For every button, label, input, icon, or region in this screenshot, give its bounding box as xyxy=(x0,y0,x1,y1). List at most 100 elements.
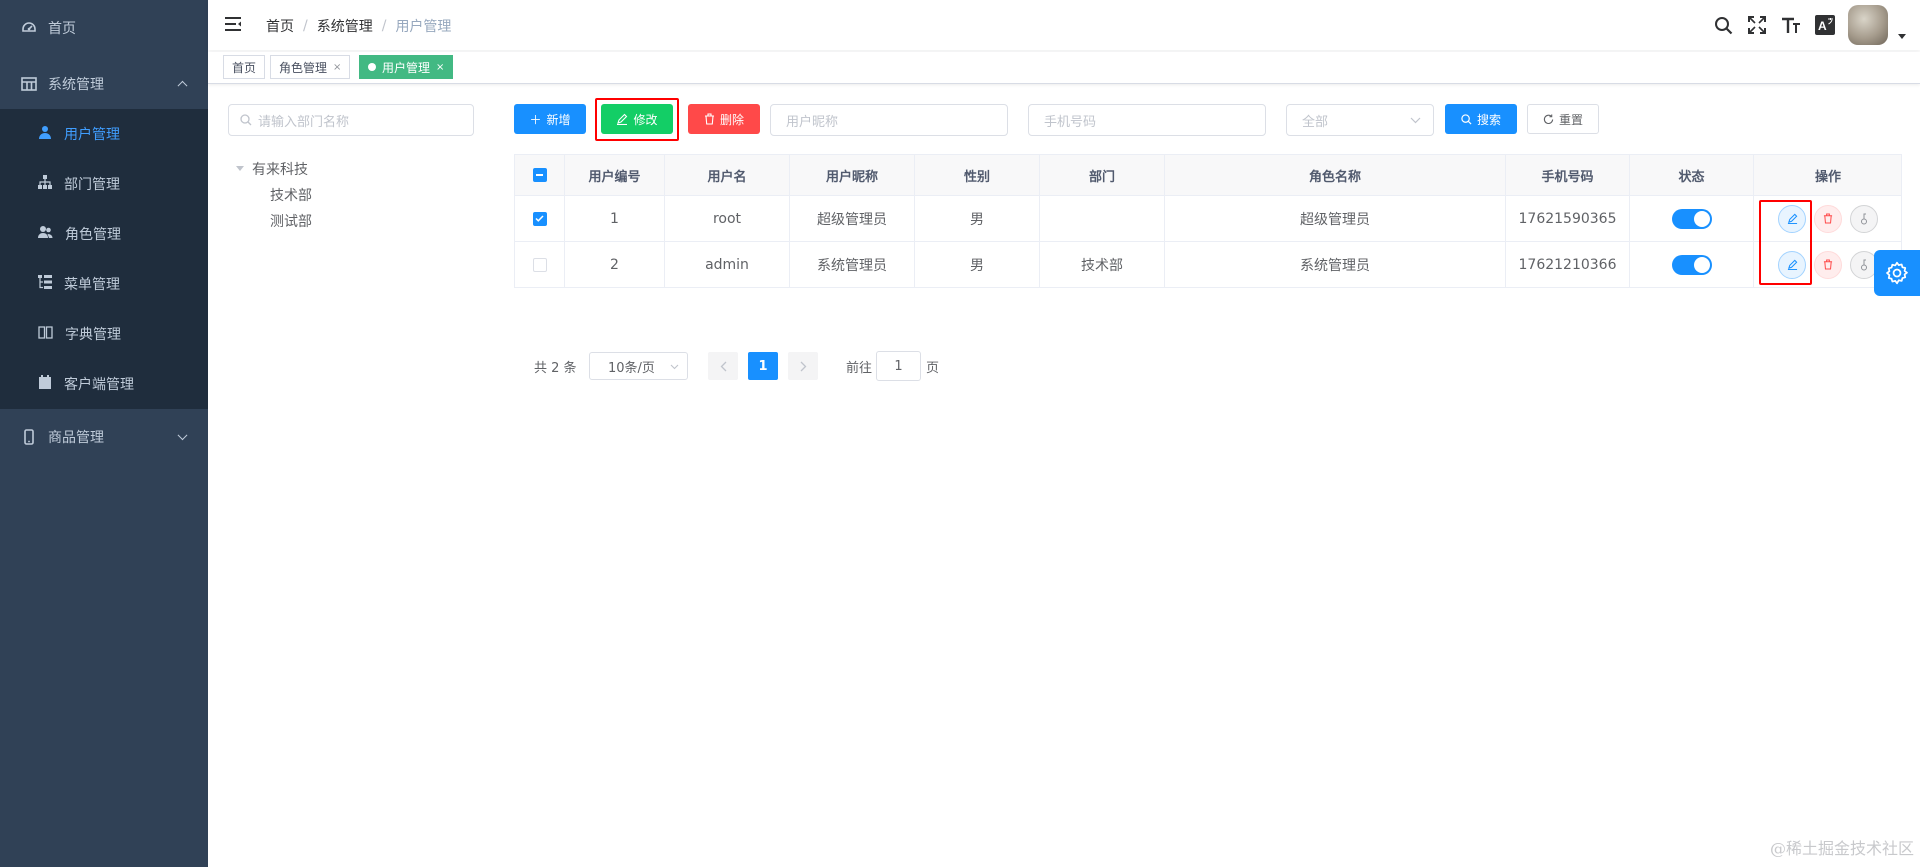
column-header: 手机号码 xyxy=(1506,155,1630,195)
hamburger-icon[interactable] xyxy=(224,16,242,32)
tag-role[interactable]: 角色管理 × xyxy=(270,55,351,79)
column-header: 用户编号 xyxy=(565,155,665,195)
edit-icon xyxy=(1787,259,1797,270)
breadcrumb-current: 用户管理 xyxy=(395,19,452,35)
sidebar-item-system[interactable]: 系统管理 xyxy=(0,59,208,109)
sidebar-item-label: 角色管理 xyxy=(65,227,121,243)
column-header: 部门 xyxy=(1040,155,1165,195)
cell-gender: 男 xyxy=(915,196,1040,241)
language-icon[interactable]: A xyxy=(1808,0,1842,50)
sidebar-item-client[interactable]: 客户端管理 xyxy=(0,359,208,409)
row-edit-button[interactable] xyxy=(1778,204,1806,233)
tree-icon xyxy=(38,175,52,193)
chevron-up-icon xyxy=(177,80,188,91)
next-page-button[interactable] xyxy=(788,352,818,380)
chevron-right-icon xyxy=(800,361,806,371)
close-icon[interactable]: × xyxy=(436,62,444,73)
breadcrumb-separator: / xyxy=(303,18,308,34)
add-button[interactable]: ＋ 新增 xyxy=(514,104,586,134)
caret-down-icon[interactable] xyxy=(1898,33,1906,39)
nickname-input[interactable]: 用户昵称 xyxy=(770,104,1008,136)
mobile-icon xyxy=(20,428,38,446)
app-root: 首页 系统管理 用户管理 部门管理 角色管理 菜单管理 字典管理 客户端管理 商… xyxy=(0,0,1920,867)
prev-page-button[interactable] xyxy=(708,352,738,380)
breadcrumb: 首页 / 系统管理 / 用户管理 xyxy=(266,16,451,36)
search-icon xyxy=(1461,113,1472,125)
row-reset-password-button[interactable] xyxy=(1850,204,1878,233)
mobile-placeholder: 手机号码 xyxy=(1044,114,1097,130)
sidebar-item-dept[interactable]: 部门管理 xyxy=(0,159,208,209)
delete-button-label: 删除 xyxy=(719,112,744,127)
tag-home[interactable]: 首页 xyxy=(223,55,266,79)
row-checkbox[interactable] xyxy=(532,211,547,226)
clipboard-icon xyxy=(38,375,52,393)
settings-button[interactable] xyxy=(1874,250,1920,296)
row-delete-button[interactable] xyxy=(1814,204,1842,233)
status-toggle[interactable] xyxy=(1671,208,1712,229)
select-all-checkbox[interactable] xyxy=(532,168,547,182)
row-select-cell xyxy=(515,242,565,287)
tree-node-tech[interactable]: 技术部 xyxy=(270,185,312,205)
search-button[interactable]: 搜索 xyxy=(1445,104,1517,134)
breadcrumb-home[interactable]: 首页 xyxy=(266,16,294,36)
sidebar-item-label: 系统管理 xyxy=(48,77,104,93)
column-header: 用户昵称 xyxy=(790,155,915,195)
breadcrumb-system[interactable]: 系统管理 xyxy=(317,16,373,36)
tree-expand-icon[interactable] xyxy=(236,166,244,171)
sidebar-item-home[interactable]: 首页 xyxy=(0,3,208,53)
dept-search-input[interactable]: 请输入部门名称 xyxy=(228,104,474,136)
search-icon[interactable] xyxy=(1706,0,1740,50)
page-number-current[interactable]: 1 xyxy=(748,352,778,380)
avatar[interactable] xyxy=(1848,5,1888,45)
font-size-icon[interactable] xyxy=(1774,0,1808,50)
row-edit-button[interactable] xyxy=(1778,250,1806,279)
row-checkbox[interactable] xyxy=(532,257,547,272)
cell-username: root xyxy=(665,196,790,241)
row-delete-button[interactable] xyxy=(1814,250,1842,279)
delete-button[interactable]: 删除 xyxy=(688,104,760,134)
reset-button[interactable]: 重置 xyxy=(1527,104,1599,134)
table-row: 1 root 超级管理员 男 超级管理员 17621590365 xyxy=(515,196,1901,242)
tag-label: 首页 xyxy=(232,60,257,75)
header-select-cell xyxy=(515,155,565,195)
cell-status xyxy=(1630,242,1754,287)
mobile-input[interactable]: 手机号码 xyxy=(1028,104,1266,136)
fullscreen-icon[interactable] xyxy=(1740,0,1774,50)
navbar-right-menu: A xyxy=(1706,0,1920,50)
sidebar-item-menu[interactable]: 菜单管理 xyxy=(0,259,208,309)
tag-user[interactable]: 用户管理 × xyxy=(359,55,454,79)
user-icon xyxy=(38,125,52,143)
search-button-label: 搜索 xyxy=(1476,112,1501,127)
cell-nickname: 超级管理员 xyxy=(790,196,915,241)
system-grid-icon xyxy=(20,75,38,93)
sidebar-item-role[interactable]: 角色管理 xyxy=(0,209,208,259)
reset-button-label: 重置 xyxy=(1558,112,1583,127)
tree-node-root[interactable]: 有来科技 xyxy=(252,159,308,179)
sidebar-item-goods[interactable]: 商品管理 xyxy=(0,412,208,462)
edit-icon xyxy=(617,113,628,125)
tag-label: 角色管理 xyxy=(279,60,328,75)
tree-table-icon xyxy=(38,275,52,293)
cell-dept: 技术部 xyxy=(1040,242,1165,287)
tree-node-test[interactable]: 测试部 xyxy=(270,211,312,231)
goto-prefix: 前往 xyxy=(846,360,873,376)
status-toggle[interactable] xyxy=(1671,254,1712,275)
page-size-select[interactable]: 10条/页 xyxy=(589,352,688,380)
trash-icon xyxy=(704,113,714,125)
chevron-left-icon xyxy=(720,361,726,371)
sidebar-item-dict[interactable]: 字典管理 xyxy=(0,309,208,359)
row-select-cell xyxy=(515,196,565,241)
sidebar-item-label: 菜单管理 xyxy=(64,277,120,293)
nickname-placeholder: 用户昵称 xyxy=(786,114,839,130)
key-icon xyxy=(1861,213,1867,224)
cell-dept xyxy=(1040,196,1165,241)
close-icon[interactable]: × xyxy=(333,62,341,73)
edit-button[interactable]: 修改 xyxy=(601,104,673,134)
goto-page-input[interactable]: 1 xyxy=(876,351,921,381)
status-select[interactable]: 全部 xyxy=(1286,104,1434,136)
column-header: 性别 xyxy=(915,155,1040,195)
sidebar-item-user[interactable]: 用户管理 xyxy=(0,109,208,159)
cell-role: 系统管理员 xyxy=(1165,242,1506,287)
cell-actions xyxy=(1754,196,1902,241)
chevron-down-icon xyxy=(177,430,188,441)
